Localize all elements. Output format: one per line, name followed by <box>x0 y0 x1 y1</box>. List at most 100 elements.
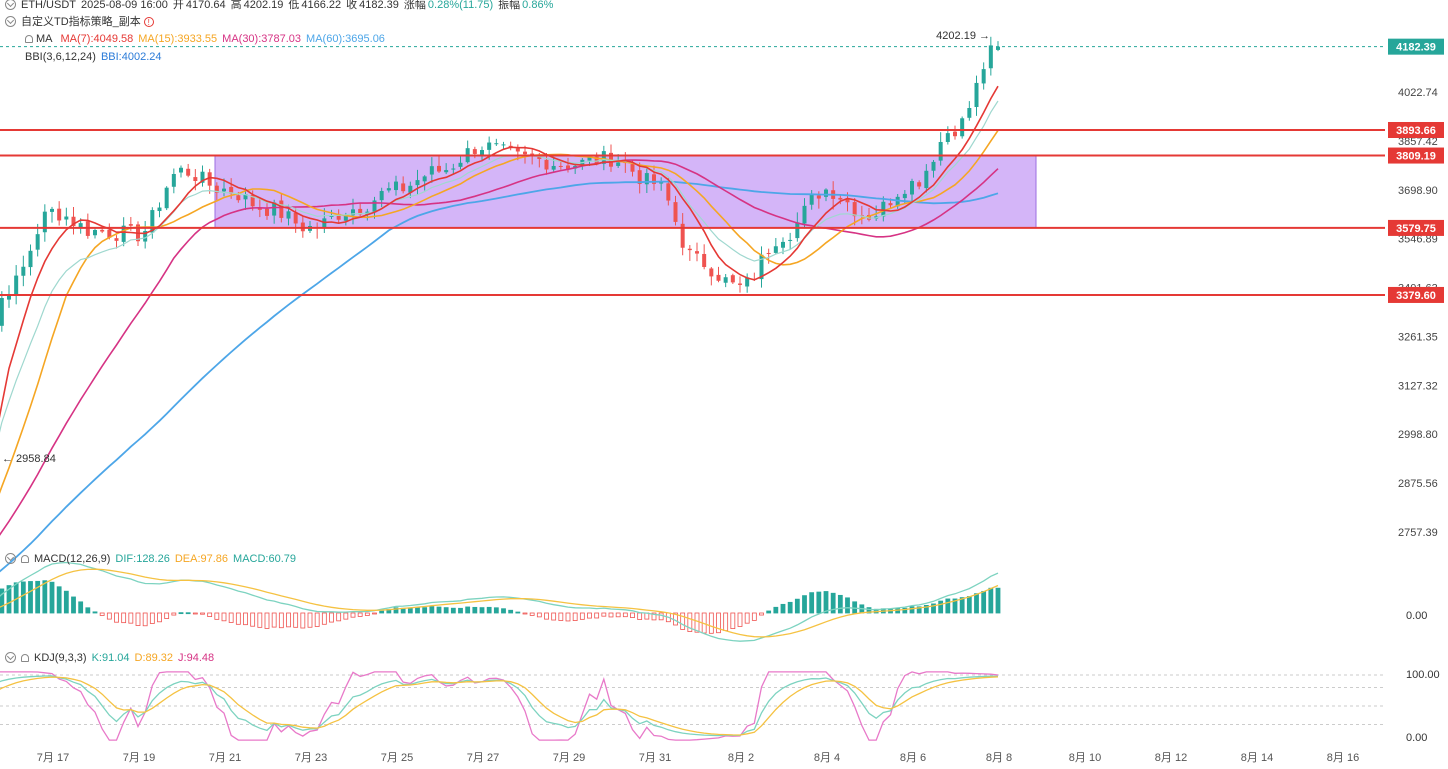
macd-histogram-bar <box>336 612 342 622</box>
collapse-icon[interactable] <box>5 553 16 564</box>
macd-histogram-bar <box>314 612 320 627</box>
candle-body <box>938 141 943 161</box>
y-tick-label: 3261.35 <box>1398 331 1438 343</box>
candle-body <box>981 69 986 84</box>
strategy-row: 自定义TD指标策略_副本! <box>0 14 159 30</box>
x-tick-label: 8月 16 <box>1327 752 1359 764</box>
strategy-name: 自定义TD指标策略_副本 <box>21 16 141 28</box>
open-value: 4170.64 <box>185 0 226 11</box>
level-price-label: 3579.75 <box>1396 223 1436 235</box>
macd-histogram-bar <box>529 612 535 616</box>
macd-histogram-bar <box>565 612 571 622</box>
candle-body <box>795 222 800 239</box>
collapse-icon[interactable] <box>5 0 16 10</box>
macd-histogram-bar <box>85 607 91 614</box>
level-price-label: 3893.66 <box>1396 125 1436 137</box>
macd-histogram-bar <box>708 612 714 634</box>
macd-histogram-bar <box>20 581 26 614</box>
macd-histogram-bar <box>787 601 793 614</box>
macd-histogram-bar <box>780 603 786 614</box>
macd-histogram-bar <box>587 612 592 619</box>
candle <box>186 163 191 178</box>
y-tick-label: 3127.32 <box>1398 380 1438 392</box>
candle-body <box>114 238 119 241</box>
candle <box>716 266 721 283</box>
x-tick-label: 8月 2 <box>728 752 754 764</box>
macd-histogram-bar <box>472 606 478 614</box>
macd-title: MACD(12,26,9) <box>34 553 111 565</box>
macd-histogram-bar <box>630 612 635 618</box>
high-annotation: 4202.19 → <box>936 30 990 42</box>
candle-body <box>730 275 735 283</box>
macd-histogram-bar <box>271 612 277 628</box>
candle-body <box>824 189 828 197</box>
candle <box>157 202 162 218</box>
candle <box>759 246 764 288</box>
y-tick-label: 4022.74 <box>1398 87 1438 99</box>
candle-body <box>988 45 993 69</box>
x-tick-label: 7月 21 <box>209 752 241 764</box>
collapse-icon[interactable] <box>5 16 16 27</box>
low-value: 4166.22 <box>301 0 342 11</box>
candle-body <box>193 177 198 182</box>
macd-histogram-bar <box>243 612 248 626</box>
amp-label: 振幅 <box>498 0 521 11</box>
macd-legend: MACD(12,26,9) DIF:128.26 DEA:97.86 MACD:60.… <box>0 551 301 567</box>
dif-value: DIF:128.26 <box>115 553 170 565</box>
candle <box>723 274 728 288</box>
macd-histogram-bar <box>515 611 521 614</box>
x-tick-label: 7月 27 <box>467 752 499 764</box>
macd-histogram-bar <box>615 612 621 618</box>
bell-icon[interactable] <box>25 35 33 43</box>
macd-histogram-bar <box>121 612 127 624</box>
candle-body <box>967 108 972 118</box>
x-tick-label: 8月 10 <box>1069 752 1101 764</box>
candle-body <box>50 208 54 212</box>
x-tick-label: 7月 17 <box>37 752 69 764</box>
candle-body <box>437 165 441 172</box>
macd-histogram-bar <box>852 601 858 614</box>
collapse-icon[interactable] <box>5 652 16 663</box>
close-label: 收 <box>346 0 358 11</box>
candle-body <box>472 149 477 154</box>
candle <box>938 132 943 166</box>
bell-icon[interactable] <box>21 555 29 563</box>
candles-group <box>0 36 1000 332</box>
candle <box>21 255 26 287</box>
y-tick-label: 3698.90 <box>1398 185 1438 197</box>
macd-histogram-bar <box>364 612 370 616</box>
candle-body <box>100 229 105 232</box>
candle-body <box>723 277 728 283</box>
candle-body <box>816 195 821 199</box>
candle-body <box>551 165 556 170</box>
macd-histogram-bar <box>716 612 721 634</box>
open-label: 开 <box>172 0 184 11</box>
candle <box>788 232 793 250</box>
warning-icon[interactable]: ! <box>143 17 154 27</box>
macd-histogram-bar <box>42 580 48 614</box>
macd-histogram-bar <box>300 612 306 629</box>
candle-body <box>279 200 284 218</box>
candle <box>494 138 499 146</box>
macd-histogram-bar <box>694 612 700 633</box>
macd-histogram-bar <box>407 607 413 614</box>
macd-histogram-bar <box>622 612 628 618</box>
candle-body <box>501 144 506 146</box>
ma7-value: MA(7):4049.58 <box>60 33 134 45</box>
bell-icon[interactable] <box>21 654 29 662</box>
candle <box>164 186 169 211</box>
candle <box>967 101 972 121</box>
macd-histogram-bar <box>744 612 750 624</box>
macd-histogram-bar <box>751 612 757 621</box>
candle-body <box>515 148 520 152</box>
x-tick-label: 7月 19 <box>123 752 155 764</box>
macd-histogram-bar <box>114 612 119 623</box>
macd-histogram-bar <box>350 612 356 618</box>
high-value: 4202.19 <box>243 0 284 11</box>
candle-body <box>931 161 936 171</box>
candle-body <box>666 183 671 201</box>
candle <box>730 273 735 284</box>
kdj-title: KDJ(9,3,3) <box>34 652 87 664</box>
macd-histogram-bar <box>479 607 485 614</box>
macd-histogram-bar <box>106 612 112 620</box>
